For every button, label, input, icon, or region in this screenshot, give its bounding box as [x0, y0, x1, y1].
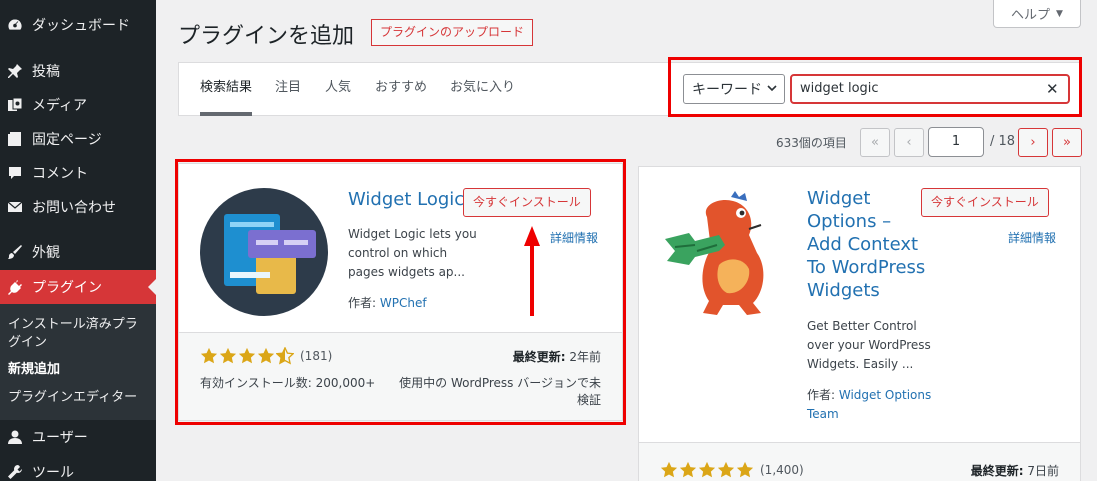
help-label: ヘルプ — [1011, 8, 1051, 23]
media-icon — [6, 96, 24, 114]
install-now-button[interactable]: 今すぐインストール — [921, 188, 1049, 217]
sidebar-item-label: 固定ページ — [32, 132, 102, 148]
mail-icon — [6, 198, 24, 216]
plugin-name-line: Widgets — [807, 280, 880, 301]
tab-favorites[interactable]: お気に入り — [450, 63, 515, 116]
item-count: 633個の項目 — [776, 136, 847, 150]
star-filled-icon — [736, 461, 754, 478]
sidebar-item-posts[interactable]: 投稿 — [0, 54, 156, 88]
plugin-card-footer: (1,400) 最終更新: 7日前 — [639, 442, 1080, 481]
rating-count: (1,400) — [760, 463, 804, 477]
sidebar-item-contact[interactable]: お問い合わせ — [0, 190, 156, 224]
prev-page-button[interactable]: ‹ — [894, 128, 924, 157]
last-updated: 最終更新: 7日前 — [971, 463, 1059, 480]
pin-icon — [6, 62, 24, 80]
plugin-author: 作者: Widget Options Team — [807, 386, 931, 424]
sidebar-item-users[interactable]: ユーザー — [0, 420, 156, 454]
sidebar-item-plugins[interactable]: プラグイン — [0, 270, 156, 304]
caret-down-icon: ▼ — [1056, 8, 1063, 19]
last-page-button[interactable]: » — [1052, 128, 1082, 157]
search-type-value: キーワード — [692, 82, 762, 98]
sidebar-item-comments[interactable]: コメント — [0, 156, 156, 190]
upload-plugin-button[interactable]: プラグインのアップロード — [371, 19, 534, 46]
sidebar-item-label: 投稿 — [32, 64, 60, 80]
sidebar-item-label: プラグイン — [32, 280, 102, 296]
sidebar-item-pages[interactable]: 固定ページ — [0, 122, 156, 156]
plugin-name-line: Widget — [807, 188, 871, 209]
submenu-plugin-editor[interactable]: プラグインエディター — [8, 389, 148, 407]
help-button[interactable]: ヘルプ ▼ — [993, 0, 1081, 28]
sidebar-item-label: 外観 — [32, 245, 60, 261]
star-filled-icon — [679, 461, 697, 478]
first-page-button[interactable]: « — [860, 128, 890, 157]
star-filled-icon — [717, 461, 735, 478]
plugin-name-link[interactable]: Widget Options – Add Context To WordPres… — [807, 187, 925, 302]
plugin-description: Get Better Control over your WordPress W… — [807, 317, 931, 374]
sidebar-item-dashboard[interactable]: ダッシュボード — [0, 8, 156, 42]
tab-recommended[interactable]: おすすめ — [375, 63, 427, 116]
plugin-card-widget-options: Widget Options – Add Context To WordPres… — [638, 166, 1081, 481]
chevron-down-icon — [766, 82, 778, 98]
sidebar-item-label: お問い合わせ — [32, 200, 116, 216]
plugins-submenu: インストール済みプラグイン 新規追加 プラグインエディター — [0, 304, 156, 420]
dashboard-icon — [6, 16, 24, 34]
description-line: over your WordPress — [807, 338, 931, 352]
star-rating: (1,400) — [660, 461, 804, 479]
user-icon — [6, 428, 24, 446]
sidebar-item-label: ダッシュボード — [32, 18, 130, 34]
brush-icon — [6, 243, 24, 261]
sidebar-item-appearance[interactable]: 外観 — [0, 235, 156, 269]
page-icon — [6, 130, 24, 148]
highlight-box — [175, 159, 626, 425]
description-line: Get Better Control — [807, 319, 917, 333]
last-updated-label: 最終更新: — [970, 464, 1024, 478]
page-title: プラグインを追加 — [178, 24, 355, 49]
tab-featured[interactable]: 注目 — [275, 63, 301, 116]
last-updated-value: 7日前 — [1027, 464, 1059, 478]
author-prefix: 作者: — [807, 388, 839, 402]
author-link[interactable]: Widget Options — [839, 388, 931, 402]
more-details-link[interactable]: 詳細情報 — [1008, 229, 1056, 246]
description-line: Widgets. Easily ... — [807, 357, 914, 371]
star-filled-icon — [660, 461, 678, 478]
plugin-name-line: Options – — [807, 211, 892, 232]
widget-options-logo — [661, 191, 789, 319]
sidebar-item-label: メディア — [32, 98, 88, 114]
comment-icon — [6, 164, 24, 182]
admin-sidebar: ダッシュボード 投稿 メディア 固定ページ コメント お問い合わせ 外観 プラグ… — [0, 0, 156, 481]
sidebar-item-label: コメント — [32, 166, 88, 182]
star-filled-icon — [698, 461, 716, 478]
plugin-icon — [6, 278, 24, 296]
sidebar-item-label: ツール — [32, 465, 74, 481]
next-page-button[interactable]: › — [1018, 128, 1048, 157]
search-input[interactable]: widget logic — [790, 74, 1070, 104]
sidebar-item-tools[interactable]: ツール — [0, 455, 156, 481]
clear-search-icon[interactable]: ✕ — [1046, 80, 1059, 98]
current-page-input[interactable]: 1 — [928, 127, 984, 157]
total-pages: / 18 — [990, 134, 1016, 149]
plugin-name-line: To WordPress — [807, 257, 926, 278]
plugin-name-line: Add Context — [807, 234, 919, 255]
submenu-add-new[interactable]: 新規追加 — [8, 361, 148, 379]
tab-popular[interactable]: 人気 — [325, 63, 351, 116]
author-link[interactable]: Team — [807, 407, 839, 421]
wrench-icon — [6, 463, 24, 481]
submenu-installed-plugins[interactable]: インストール済みプラグイン — [8, 316, 148, 352]
search-type-select[interactable]: キーワード — [683, 74, 785, 104]
tab-search-results[interactable]: 検索結果 — [200, 63, 253, 116]
sidebar-item-label: ユーザー — [32, 430, 88, 446]
sidebar-item-media[interactable]: メディア — [0, 88, 156, 122]
